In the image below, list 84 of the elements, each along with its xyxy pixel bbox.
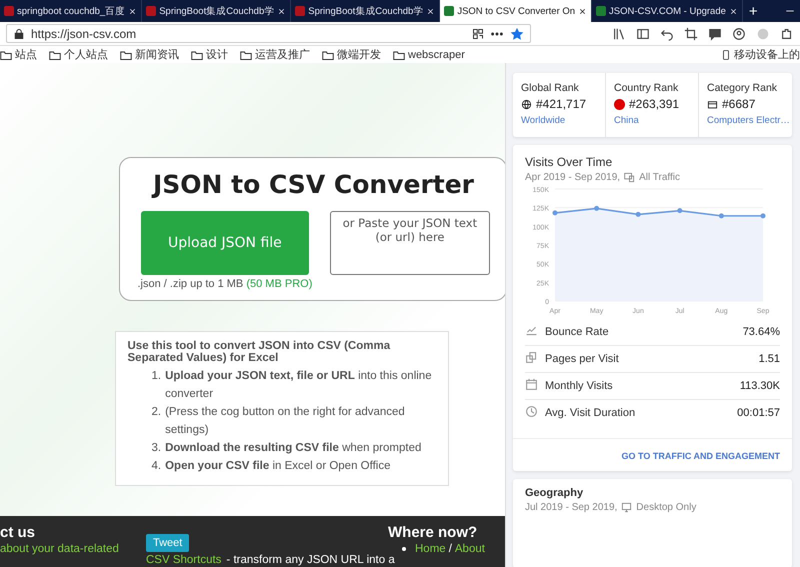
- devices-icon: [624, 172, 636, 183]
- metric-label: Monthly Visits: [545, 380, 614, 392]
- bookmark-item[interactable]: 新闻资讯: [120, 47, 179, 62]
- sidebar-icon: [636, 26, 650, 40]
- shortcuts-link[interactable]: CSV Shortcuts: [146, 554, 222, 566]
- new-tab-button[interactable]: +: [742, 0, 764, 22]
- rank-label: Global Rank: [521, 82, 579, 94]
- close-icon: [578, 6, 588, 16]
- footer-heading: ct us: [0, 524, 36, 541]
- bookmark-item[interactable]: 站点: [0, 47, 37, 62]
- step-number: 3.: [152, 441, 162, 456]
- url-text: https://json-csv.com: [31, 26, 138, 40]
- calendar-icon: [525, 378, 538, 391]
- metric-value: 73.64%: [742, 326, 780, 338]
- qr-code-icon: [472, 28, 484, 40]
- metric-label: Avg. Visit Duration: [545, 407, 636, 419]
- rank-scope-link[interactable]: China: [614, 114, 639, 127]
- footer-link[interactable]: Home: [415, 543, 446, 555]
- phone-icon: [721, 48, 731, 60]
- metric-value: 113.30K: [740, 380, 780, 392]
- size-note: .json / .zip up to 1 MB (50 MB PRO): [138, 278, 312, 290]
- device-filter: Desktop Only: [636, 502, 696, 513]
- step-number: 1.: [152, 369, 162, 384]
- desktop-icon: [621, 502, 632, 513]
- traffic-filter: All Traffic: [639, 172, 680, 183]
- bookmark-item[interactable]: 运营及推广: [240, 47, 310, 62]
- lock-icon: [13, 28, 25, 40]
- close-icon: [728, 6, 738, 16]
- chat-icon: [708, 26, 722, 40]
- bookmark-item[interactable]: webscraper: [393, 48, 465, 60]
- crop-icon: [684, 26, 698, 40]
- data-point: [677, 208, 682, 214]
- traffic-link[interactable]: GO TO TRAFFIC AND ENGAGEMENT: [513, 438, 792, 471]
- star-icon[interactable]: [510, 26, 524, 40]
- globe-icon: [521, 98, 532, 110]
- bookmark-item[interactable]: 微端开发: [322, 47, 381, 62]
- step-number: 4.: [152, 459, 162, 474]
- trend-icon: [525, 324, 538, 337]
- metric-value: 1.51: [758, 353, 780, 365]
- date-range: Jul 2019 - Sep 2019,: [525, 502, 618, 513]
- data-point: [594, 206, 600, 211]
- metric-label: Pages per Visit: [545, 353, 620, 365]
- bookmark-item[interactable]: 设计: [191, 47, 228, 62]
- date-range: Apr 2019 - Sep 2019,: [525, 172, 620, 183]
- rank-label: Country Rank: [614, 82, 678, 94]
- close-icon: [277, 6, 286, 16]
- rank-value: #6687: [722, 97, 756, 111]
- step-text: Upload your JSON text, file or URL into this online converter: [165, 369, 433, 402]
- card-title: Geography: [525, 487, 584, 499]
- metric-value: 00:01:57: [737, 407, 780, 419]
- mobile-bookmarks[interactable]: 移动设备上的: [721, 47, 800, 62]
- clock-icon: [525, 405, 538, 418]
- data-point: [636, 212, 641, 217]
- step-text: Open your CSV file in Excel or Open Office: [165, 459, 390, 474]
- browser-tab[interactable]: JSON to CSV Converter On: [440, 0, 592, 22]
- bookmark-item[interactable]: 个人站点: [49, 47, 108, 62]
- circle-icon: [756, 26, 770, 40]
- link-separator: /: [448, 543, 452, 555]
- rank-scope-link[interactable]: Worldwide: [521, 114, 566, 127]
- flag-icon: [614, 98, 625, 110]
- footer-link[interactable]: about your data-related: [0, 543, 146, 555]
- footer-link[interactable]: About: [454, 543, 485, 555]
- metric-label: Bounce Rate: [545, 326, 610, 338]
- footer-text: - transform any JSON URL into a: [226, 554, 395, 566]
- close-icon: [426, 6, 436, 16]
- intro-text: Use this tool to convert JSON into CSV (Comma Separated Values) for Excel: [128, 340, 392, 364]
- rank-value: #421,717: [536, 97, 586, 111]
- rank-label: Category Rank: [707, 82, 778, 94]
- step-text: (Press the cog button on the right for advanced settings): [165, 405, 406, 438]
- footer-heading: Where now?: [388, 524, 478, 541]
- close-icon: [128, 6, 138, 16]
- page-title: JSON to CSV Converter: [150, 170, 476, 199]
- pages-icon: [525, 351, 538, 364]
- rank-scope-link[interactable]: Computers Electr…: [707, 114, 790, 127]
- card-title: Visits Over Time: [525, 155, 614, 169]
- step-number: 2.: [152, 405, 162, 420]
- rank-value: #263,391: [629, 97, 680, 111]
- data-point: [760, 213, 766, 218]
- library-icon: [612, 26, 626, 40]
- address-bar[interactable]: https://json-csv.com: [6, 24, 531, 43]
- data-point: [552, 210, 558, 216]
- json-input-field[interactable]: or Paste your JSON text (or url) here: [330, 211, 490, 275]
- data-point: [718, 213, 724, 218]
- step-text: Download the resulting CSV file when prompted: [165, 441, 422, 456]
